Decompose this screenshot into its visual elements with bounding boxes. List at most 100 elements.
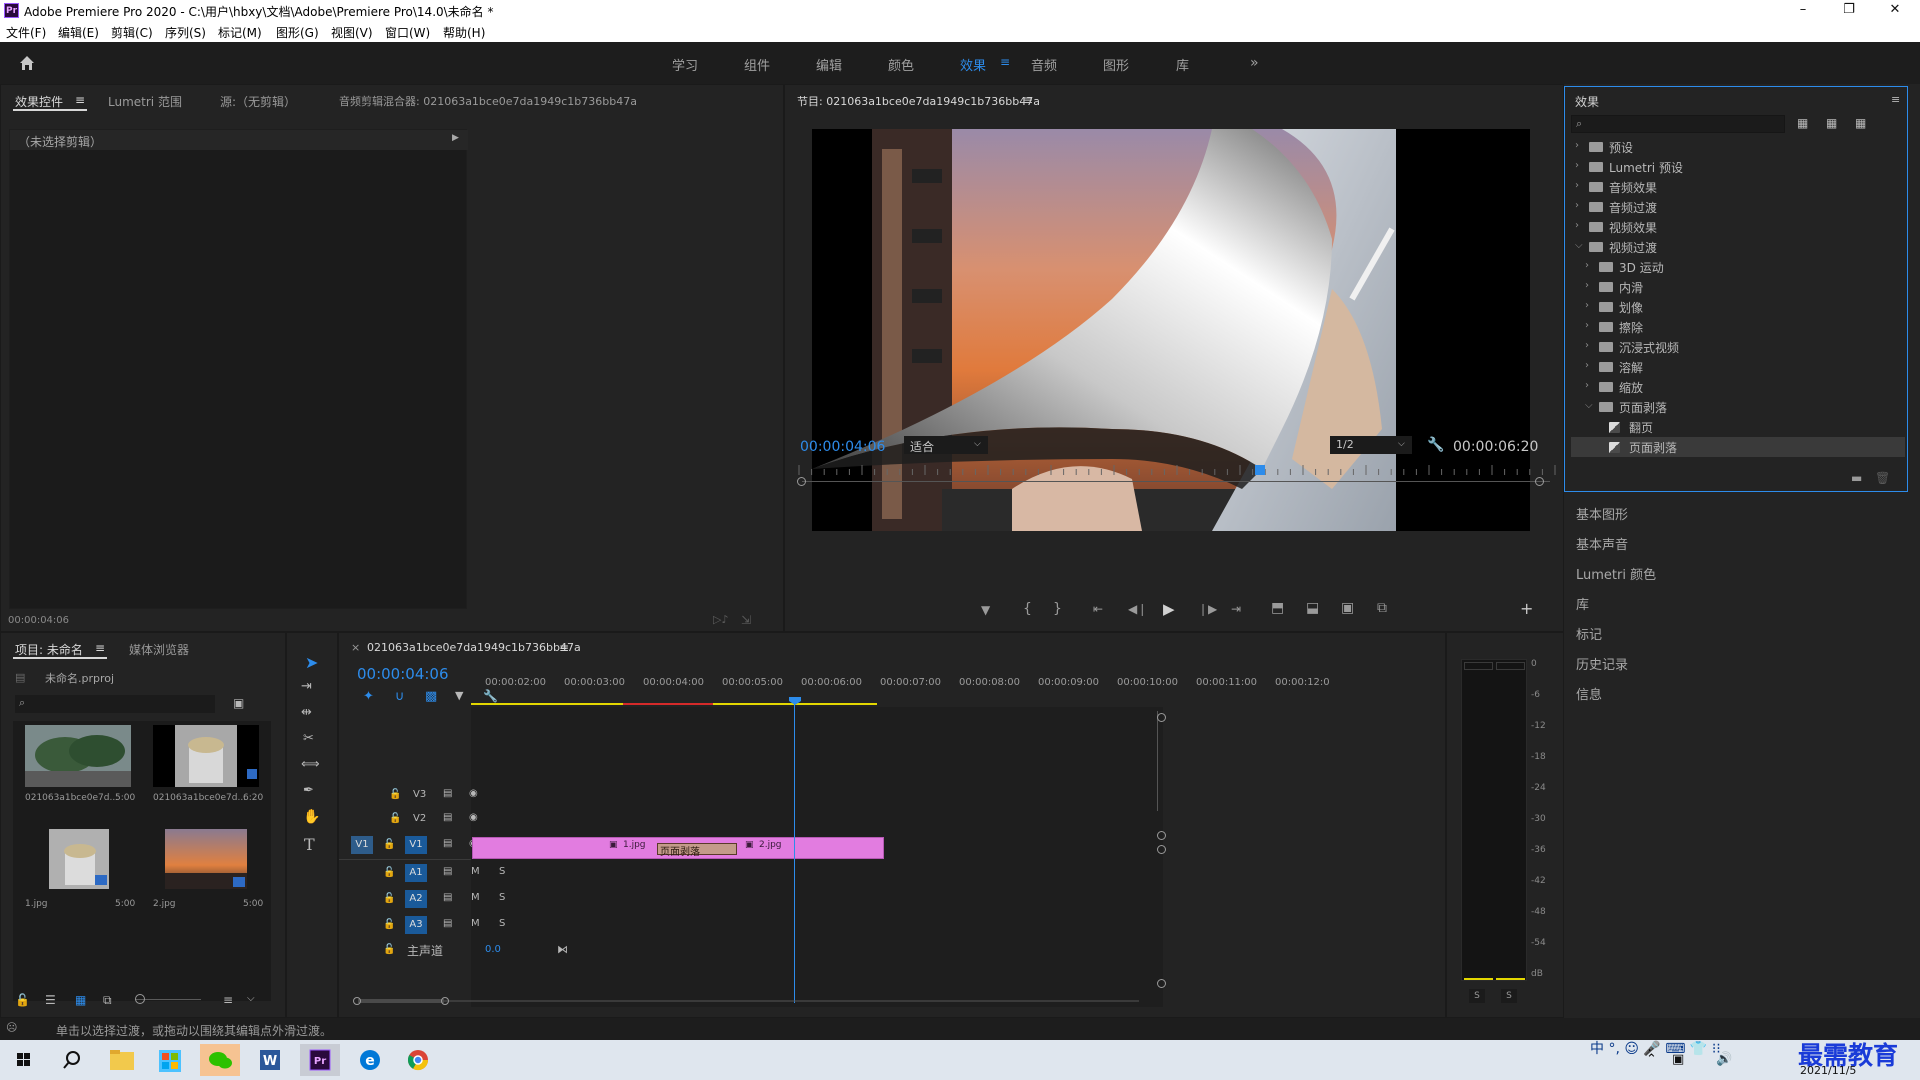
effects-tree-item[interactable]: 页面剥落: [1571, 437, 1905, 457]
side-panel-tab[interactable]: 基本声音: [1576, 534, 1628, 553]
selection-tool-icon[interactable]: ➤: [305, 653, 318, 672]
effects-tree-item[interactable]: › 擦除: [1571, 317, 1905, 337]
video-v-scrollbar[interactable]: [1157, 711, 1166, 811]
minimize-icon[interactable]: –: [1780, 0, 1826, 22]
bin-item-thumbnail[interactable]: [165, 829, 247, 889]
home-icon[interactable]: [18, 54, 36, 72]
lock-icon[interactable]: 🔓: [383, 919, 395, 930]
zoom-slider-handle[interactable]: [135, 994, 145, 1004]
play-icon[interactable]: ▶: [1163, 600, 1175, 618]
sync-lock-icon[interactable]: ▤: [443, 892, 452, 903]
lock-icon[interactable]: 🔓: [383, 893, 395, 904]
32bit-effects-icon[interactable]: ▦: [1826, 116, 1837, 130]
clip-1jpg[interactable]: ▣ 1.jpg 页面剥落 ▣ 2.jpg: [472, 837, 884, 859]
lift-icon[interactable]: ⬒: [1271, 600, 1284, 616]
hand-tool-icon[interactable]: ✋: [303, 809, 320, 825]
chevron-right-icon[interactable]: ›: [1585, 280, 1589, 291]
effects-tree-item[interactable]: › 溶解: [1571, 357, 1905, 377]
solo-button[interactable]: S: [499, 918, 505, 929]
chevron-down-icon[interactable]: ⌵: [1585, 400, 1593, 411]
tray-chevron-icon[interactable]: ⌃: [1646, 1052, 1657, 1067]
effects-tree-item[interactable]: 翻页: [1571, 417, 1905, 437]
effects-tree-item[interactable]: › 预设: [1571, 137, 1905, 157]
go-to-out-icon[interactable]: ⇥: [1231, 602, 1241, 616]
freeform-view-icon[interactable]: ⧉: [103, 993, 112, 1008]
side-panel-tab[interactable]: 基本图形: [1576, 504, 1628, 523]
chevron-right-icon[interactable]: ›: [1585, 300, 1589, 311]
comparison-view-icon[interactable]: ⧉: [1377, 600, 1387, 616]
lock-icon[interactable]: 🔓: [389, 789, 401, 800]
sync-lock-icon[interactable]: ▤: [443, 838, 452, 849]
effects-tree-item[interactable]: › 沉浸式视频: [1571, 337, 1905, 357]
track-target-a3[interactable]: A3: [405, 916, 427, 934]
effects-tree-item[interactable]: › 划像: [1571, 297, 1905, 317]
side-panel-tab[interactable]: Lumetri 颜色: [1576, 564, 1656, 583]
program-playhead[interactable]: [1254, 465, 1265, 475]
sync-lock-icon[interactable]: ▤: [443, 866, 452, 877]
start-windows-icon[interactable]: [4, 1044, 44, 1076]
sort-icon[interactable]: ≡: [223, 993, 233, 1007]
menu-edit[interactable]: 编辑(E): [58, 24, 99, 41]
lock-icon[interactable]: 🔓: [389, 813, 401, 824]
chevron-right-icon[interactable]: ›: [1575, 180, 1579, 191]
side-panel-tab[interactable]: 历史记录: [1576, 654, 1628, 673]
new-bin-from-search-icon[interactable]: ▣: [233, 696, 244, 710]
fit-dropdown[interactable]: 适合 ⌵: [904, 436, 988, 454]
chevron-right-icon[interactable]: ›: [1585, 260, 1589, 271]
lock-icon[interactable]: 🔓: [383, 944, 395, 955]
tab-sequence[interactable]: 021063a1bce0e7da1949c1b736bb47a: [367, 641, 581, 654]
effects-tree-item[interactable]: ⌵ 视频过渡: [1571, 237, 1905, 257]
side-panel-tab[interactable]: 库: [1576, 594, 1589, 613]
play-only-audio-icon[interactable]: ▷♪: [713, 613, 728, 626]
lock-icon[interactable]: 🔓: [383, 839, 395, 850]
sort-chevron-down-icon[interactable]: ⌵: [247, 993, 255, 1004]
premiere-taskbar-icon[interactable]: Pr: [300, 1044, 340, 1076]
effects-tree-item[interactable]: › 3D 运动: [1571, 257, 1905, 277]
mark-in-icon[interactable]: {: [1023, 601, 1032, 617]
sequence-menu-icon[interactable]: ≡: [559, 641, 569, 655]
project-search-input[interactable]: ⌕: [15, 695, 215, 713]
track-target-a1[interactable]: A1: [405, 864, 427, 882]
effects-tree-item[interactable]: › Lumetri 预设: [1571, 157, 1905, 177]
menu-file[interactable]: 文件(F): [6, 24, 46, 41]
tab-project[interactable]: 项目: 未命名: [15, 641, 83, 658]
tray-volume-icon[interactable]: 🔊: [1716, 1052, 1732, 1067]
workspace-graphics[interactable]: 图形: [1103, 55, 1129, 74]
workspace-editing[interactable]: 编辑: [816, 55, 842, 74]
chrome-icon[interactable]: [398, 1044, 438, 1076]
program-timecode[interactable]: 00:00:04:06: [800, 439, 885, 455]
mute-button[interactable]: M: [471, 918, 480, 929]
timeline-h-scrollbar[interactable]: [353, 997, 1139, 1005]
snap-magnet-icon[interactable]: ∪: [395, 689, 405, 704]
slip-tool-icon[interactable]: ⟺: [301, 757, 320, 772]
effects-tree-item[interactable]: › 视频效果: [1571, 217, 1905, 237]
solo-right-button[interactable]: S: [1501, 989, 1517, 1003]
track-target-a2[interactable]: A2: [405, 890, 427, 908]
workspace-assembly[interactable]: 组件: [744, 55, 770, 74]
button-editor-plus-icon[interactable]: +: [1520, 599, 1533, 618]
scroll-handle[interactable]: [1157, 713, 1166, 722]
chevron-right-icon[interactable]: ›: [1585, 320, 1589, 331]
linked-selection-icon[interactable]: ▩: [425, 689, 437, 704]
chevron-right-icon[interactable]: ›: [1585, 360, 1589, 371]
source-patch-v1[interactable]: V1: [351, 836, 373, 854]
workspace-libraries[interactable]: 库: [1176, 55, 1189, 74]
zoom-right-handle[interactable]: [1535, 477, 1544, 486]
icon-view-icon[interactable]: ▦: [75, 993, 86, 1007]
bin-item-thumbnail[interactable]: [25, 725, 131, 787]
delete-icon[interactable]: 🗑: [1875, 471, 1890, 485]
menu-clip[interactable]: 剪辑(C): [111, 24, 153, 41]
track-target-v1[interactable]: V1: [405, 836, 427, 854]
step-forward-icon[interactable]: ❘▶: [1198, 602, 1217, 616]
bin-item-thumbnail[interactable]: [153, 725, 259, 787]
solo-button[interactable]: S: [499, 866, 505, 877]
zoom-left-handle[interactable]: [797, 477, 806, 486]
program-menu-icon[interactable]: ≡: [1023, 93, 1033, 107]
effects-tree-item[interactable]: › 音频效果: [1571, 177, 1905, 197]
chevron-right-icon[interactable]: ›: [1575, 200, 1579, 211]
word-icon[interactable]: W: [250, 1044, 290, 1076]
go-to-in-icon[interactable]: ⇤: [1093, 602, 1103, 616]
solo-left-button[interactable]: S: [1469, 989, 1485, 1003]
close-sequence-icon[interactable]: ×: [351, 641, 360, 654]
timeline-ruler[interactable]: 00:00:02:00 00:00:03:00 00:00:04:00 00:00:0…: [471, 673, 1330, 703]
